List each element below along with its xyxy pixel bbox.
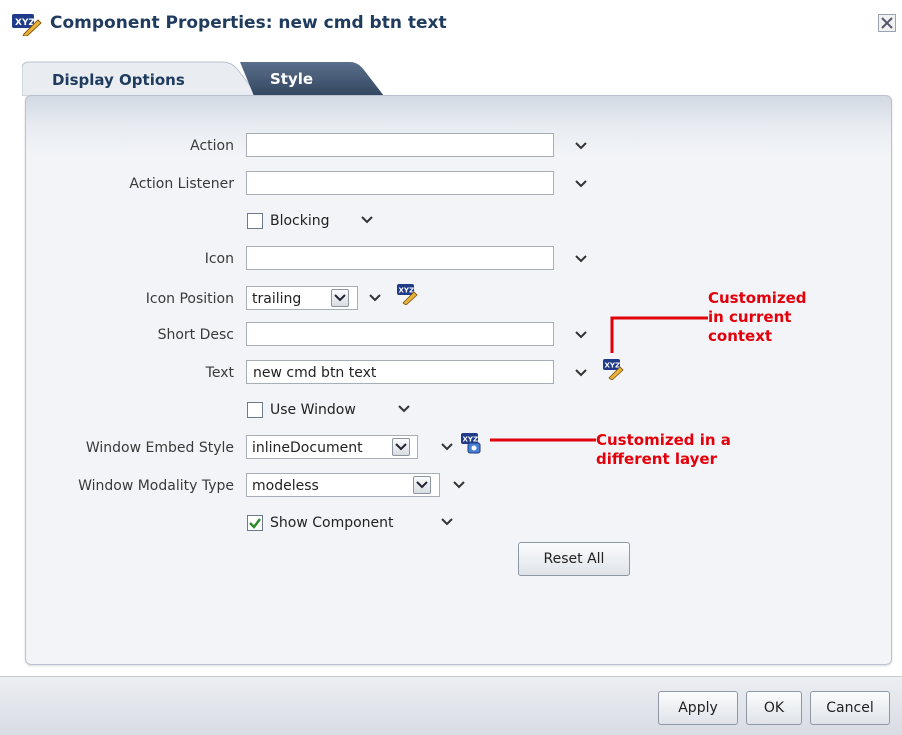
chevron-down-icon[interactable] — [440, 442, 454, 452]
chevron-down-icon[interactable] — [574, 141, 588, 151]
select-dropdown-button[interactable] — [413, 476, 431, 494]
window-embed-style-value: inlineDocument — [252, 440, 363, 456]
window-embed-style-label: Window Embed Style — [85, 440, 234, 456]
customized-current-context-icon: XYZ — [603, 359, 624, 380]
checkmark-icon — [249, 518, 261, 529]
text-input[interactable]: new cmd btn text — [246, 360, 554, 384]
action-listener-label: Action Listener — [129, 176, 234, 192]
select-dropdown-button[interactable] — [392, 438, 410, 456]
chevron-down-icon[interactable] — [574, 368, 588, 378]
cancel-button[interactable]: Cancel — [810, 691, 890, 725]
icon-position-label: Icon Position — [145, 291, 234, 307]
action-label: Action — [190, 138, 234, 154]
ok-button[interactable]: OK — [746, 691, 802, 725]
icon-label: Icon — [204, 251, 234, 267]
tab-display-options[interactable]: Display Options — [22, 60, 259, 96]
action-input[interactable] — [246, 133, 554, 157]
window-modality-type-select[interactable]: modeless — [246, 473, 440, 497]
customized-different-layer-icon: XYZ — [461, 433, 481, 454]
use-window-label: Use Window — [270, 402, 356, 418]
chevron-down-icon[interactable] — [574, 254, 588, 264]
show-component-label: Show Component — [270, 515, 394, 531]
chevron-down-icon — [416, 481, 428, 489]
svg-text:XYZ: XYZ — [399, 287, 415, 295]
icon-position-select[interactable]: trailing — [246, 286, 358, 310]
window-embed-style-select[interactable]: inlineDocument — [246, 435, 418, 459]
chevron-down-icon[interactable] — [452, 480, 466, 490]
apply-button[interactable]: Apply — [658, 691, 738, 725]
chevron-down-icon[interactable] — [368, 293, 382, 303]
blocking-label: Blocking — [270, 213, 330, 229]
use-window-checkbox[interactable] — [247, 402, 263, 418]
chevron-down-icon — [395, 443, 407, 451]
close-icon[interactable] — [878, 14, 896, 32]
chevron-down-icon[interactable] — [360, 215, 374, 225]
chevron-down-icon[interactable] — [397, 404, 411, 414]
window-modality-type-label: Window Modality Type — [78, 478, 234, 494]
short-desc-label: Short Desc — [157, 327, 234, 343]
dialog-titlebar: XYZ Component Properties: new cmd btn te… — [0, 0, 902, 52]
chevron-down-icon[interactable] — [574, 330, 588, 340]
window-modality-type-value: modeless — [252, 478, 319, 494]
annotation-customized-different-layer: Customized in a different layer — [596, 431, 731, 468]
text-label: Text — [205, 365, 234, 381]
icon-position-value: trailing — [252, 291, 302, 307]
blocking-checkbox[interactable] — [247, 213, 263, 229]
icon-input[interactable] — [246, 246, 554, 270]
reset-all-button[interactable]: Reset All — [518, 542, 630, 576]
dialog-title: Component Properties: new cmd btn text — [50, 13, 447, 33]
annotation-customized-current-context: Customized in current context — [708, 289, 807, 345]
chevron-down-icon[interactable] — [440, 517, 454, 527]
tab-display-options-label: Display Options — [52, 71, 185, 89]
svg-text:XYZ: XYZ — [605, 362, 621, 370]
tab-style[interactable]: Style — [240, 60, 390, 96]
short-desc-input[interactable] — [246, 322, 554, 346]
chevron-down-icon — [334, 294, 346, 302]
select-dropdown-button[interactable] — [331, 289, 349, 307]
customize-xyz-icon: XYZ — [12, 14, 42, 36]
tab-style-label: Style — [270, 70, 314, 88]
show-component-checkbox[interactable] — [247, 515, 263, 531]
svg-text:XYZ: XYZ — [463, 436, 479, 444]
action-listener-input[interactable] — [246, 171, 554, 195]
customized-current-context-icon: XYZ — [397, 284, 418, 305]
chevron-down-icon[interactable] — [574, 179, 588, 189]
